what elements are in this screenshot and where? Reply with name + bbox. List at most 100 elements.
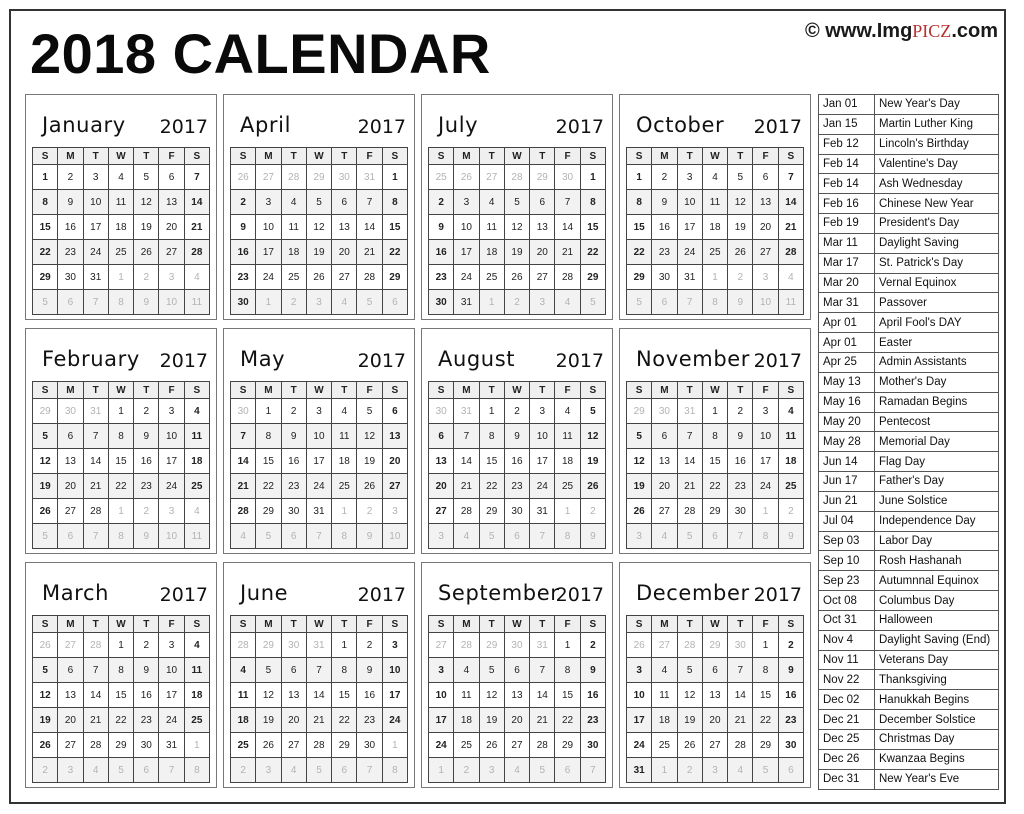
weekday-label: F	[752, 147, 779, 165]
adjacent-month-day: 9	[133, 523, 160, 549]
month-card-may: May 2017 S M T W T F S 30 1 2 3 4 5 6 7 8 9 10 11 12 13 14 15 16 1…	[223, 328, 415, 554]
month-name: December	[636, 581, 750, 605]
day-cell: 27	[503, 732, 531, 758]
day-cell: 23	[579, 707, 607, 733]
day-cell: 17	[529, 448, 556, 474]
holiday-row: Sep 23 Autumnnal Equinox	[818, 570, 999, 592]
day-cell: 31	[625, 757, 653, 783]
adjacent-month-day: 5	[625, 289, 653, 315]
day-cell: 3	[381, 632, 409, 658]
day-cell: 25	[554, 473, 581, 499]
day-cell: 5	[727, 164, 754, 190]
day-cell: 2	[777, 632, 805, 658]
adjacent-month-day: 10	[381, 523, 409, 549]
holiday-name: Admin Assistants	[874, 351, 999, 373]
day-cell: 17	[255, 239, 282, 265]
week-row: 26 27 28 1 2 3 4	[31, 632, 211, 658]
day-cell: 28	[356, 264, 383, 290]
day-cell: 21	[777, 214, 805, 240]
day-cell: 4	[183, 632, 211, 658]
week-row: 24 25 26 27 28 29 30	[625, 732, 805, 758]
day-cell: 14	[229, 448, 257, 474]
holiday-name: Rosh Hashanah	[874, 550, 999, 572]
day-cell: 7	[356, 189, 383, 215]
day-cell: 22	[554, 707, 581, 733]
adjacent-month-day: 8	[107, 289, 135, 315]
day-cell: 24	[529, 473, 556, 499]
weekday-label: S	[229, 615, 257, 633]
day-cell: 8	[554, 657, 581, 683]
day-cell: 18	[229, 707, 257, 733]
holiday-name: Daylight Saving (End)	[874, 629, 999, 651]
day-cell: 25	[280, 264, 307, 290]
day-cell: 10	[625, 682, 653, 708]
holiday-row: Jan 01 New Year's Day	[818, 94, 999, 115]
holiday-date: Mar 17	[818, 252, 875, 274]
weekday-label: T	[478, 147, 505, 165]
day-cell: 15	[554, 682, 581, 708]
month-grid: S M T W T F S 30 1 2 3 4 5 6 7 8 9 10 11 12 13 14 15 16 17 18 19 20…	[229, 381, 409, 549]
adjacent-month-day: 2	[453, 757, 480, 783]
day-cell: 22	[107, 707, 135, 733]
adjacent-month-day: 27	[57, 632, 84, 658]
day-cell: 5	[133, 164, 160, 190]
weekday-label: S	[777, 615, 805, 633]
adjacent-month-day: 29	[478, 632, 505, 658]
day-cell: 16	[229, 239, 257, 265]
day-cell: 31	[453, 289, 480, 315]
adjacent-month-day: 8	[752, 523, 779, 549]
day-cell: 29	[625, 264, 653, 290]
day-cell: 22	[255, 473, 282, 499]
day-cell: 7	[727, 657, 754, 683]
day-cell: 26	[478, 732, 505, 758]
day-cell: 10	[427, 682, 455, 708]
day-cell: 11	[183, 423, 211, 449]
holiday-name: Labor Day	[874, 530, 999, 552]
weekday-label: W	[503, 381, 531, 399]
day-cell: 27	[427, 498, 455, 524]
adjacent-month-day: 2	[133, 264, 160, 290]
month-year: 2017	[753, 584, 802, 606]
adjacent-month-day: 30	[651, 398, 678, 424]
holiday-name: Autumnnal Equinox	[874, 570, 999, 592]
day-cell: 10	[82, 189, 109, 215]
month-card-december: December 2017 S M T W T F S 26 27 28 29 30 1 2 3 4 5 6 7 8 9 10…	[619, 562, 811, 788]
holiday-name: Columbus Day	[874, 590, 999, 611]
holiday-date: May 28	[818, 431, 875, 453]
month-year: 2017	[555, 584, 604, 606]
day-cell: 26	[305, 264, 333, 290]
adjacent-month-day: 4	[503, 757, 531, 783]
adjacent-month-day: 7	[579, 757, 607, 783]
adjacent-month-day: 3	[305, 289, 333, 315]
day-cell: 29	[381, 264, 409, 290]
day-cell: 1	[107, 398, 135, 424]
week-row: 5 6 7 8 9 10 11	[31, 657, 211, 683]
day-cell: 23	[777, 707, 805, 733]
holiday-row: Dec 31 New Year's Eve	[818, 768, 999, 790]
watermark-suffix: .com	[951, 20, 998, 42]
adjacent-month-day: 9	[727, 289, 754, 315]
adjacent-month-day: 3	[158, 264, 185, 290]
day-cell: 22	[625, 239, 653, 265]
holiday-list: Jan 01 New Year's Day Jan 15 Martin Luther …	[818, 94, 999, 790]
day-cell: 27	[57, 732, 84, 758]
holiday-name: Halloween	[874, 609, 999, 631]
adjacent-month-day: 3	[158, 498, 185, 524]
day-cell: 3	[427, 657, 455, 683]
day-cell: 11	[183, 657, 211, 683]
day-cell: 9	[427, 214, 455, 240]
day-cell: 12	[133, 189, 160, 215]
week-row: 10 11 12 13 14 15 16	[625, 682, 805, 708]
day-cell: 26	[579, 473, 607, 499]
holiday-row: May 13 Mother's Day	[818, 371, 999, 393]
week-row: 2345678	[427, 189, 607, 215]
day-cell: 23	[651, 239, 678, 265]
month-card-november: November 2017 S M T W T F S 29 30 31 1 2 3 4 5 6 7 8 9 10 11 12…	[619, 328, 811, 554]
day-cell: 20	[57, 473, 84, 499]
adjacent-month-day: 8	[381, 757, 409, 783]
day-cell: 10	[305, 423, 333, 449]
adjacent-month-day: 6	[554, 757, 581, 783]
month-header: February 2017	[26, 329, 216, 381]
day-cell: 8	[478, 423, 505, 449]
adjacent-month-day: 8	[107, 523, 135, 549]
